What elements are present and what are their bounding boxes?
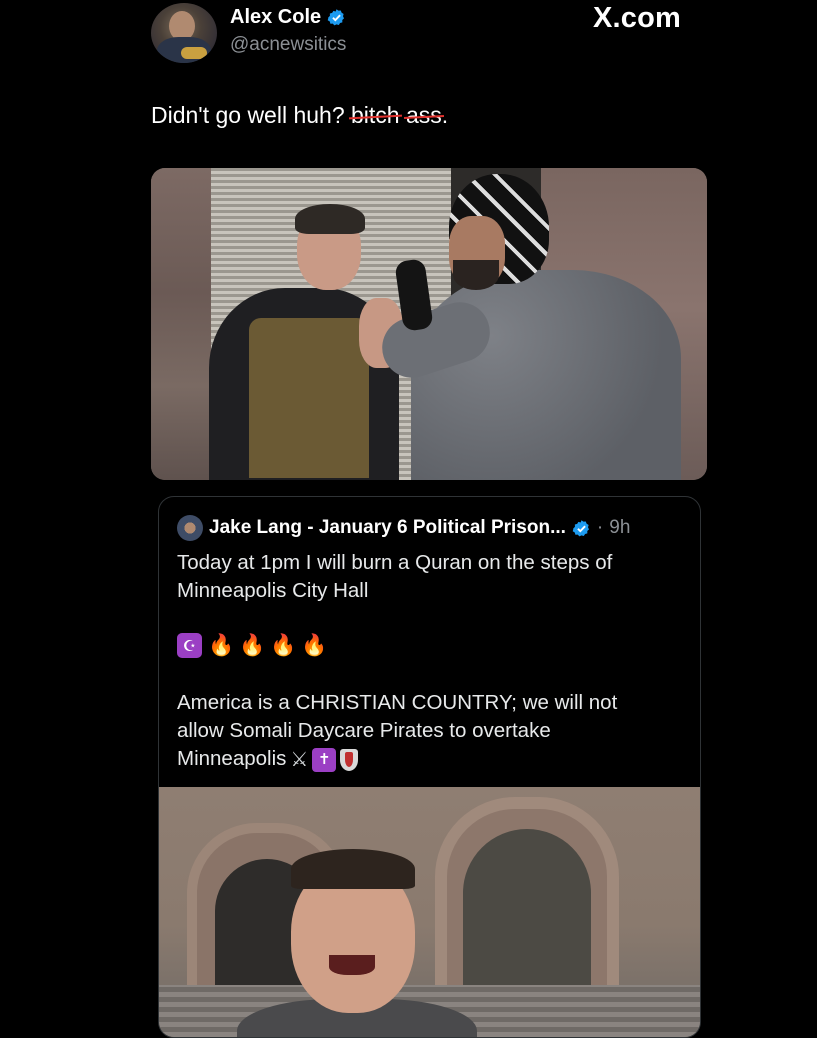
fire-icon: 🔥	[208, 634, 235, 657]
author-name[interactable]: Alex Cole	[230, 6, 321, 29]
quoted-tweet-card[interactable]: Jake Lang - January 6 Political Prison..…	[158, 496, 701, 1038]
person-left-hair	[295, 204, 365, 234]
site-brand: X.com	[593, 2, 682, 34]
person-left-vest	[249, 318, 369, 478]
verified-badge-icon	[572, 519, 589, 536]
photo-arch-right	[435, 797, 619, 1011]
quoted-tweet-time[interactable]: 9h	[609, 517, 630, 539]
crescent-star-icon: ☪	[177, 633, 202, 658]
quoted-tweet-header: Jake Lang - January 6 Political Prison..…	[177, 515, 630, 541]
person-hair	[291, 849, 415, 889]
cross-icon: ✝	[312, 747, 337, 772]
photo-person-selfie	[237, 849, 477, 1037]
quoted-author-name[interactable]: Jake Lang - January 6 Political Prison..…	[209, 517, 566, 539]
author-handle[interactable]: @acnewsitics	[230, 34, 346, 56]
quoted-tweet-emoji-row: ☪ 🔥 🔥 🔥 🔥	[177, 633, 328, 658]
author-name-row[interactable]: Alex Cole	[230, 6, 346, 29]
tweet-text-prefix: Didn't go well huh?	[151, 102, 352, 128]
avatar-guitar	[181, 47, 207, 59]
photo-person-right	[374, 174, 691, 480]
quoted-tweet-photo[interactable]	[159, 787, 700, 1037]
quoted-tweet-line-text: Minneapolis	[177, 747, 287, 770]
quoted-tweet-line-last: Minneapolis ⚔ ✝	[177, 745, 677, 774]
quoted-tweet-line: allow Somali Daycare Pirates to overtake	[177, 719, 551, 742]
tweet-struck-word-1: bitch	[351, 102, 400, 128]
quoted-author-avatar[interactable]	[177, 515, 203, 541]
verified-badge-icon	[327, 9, 345, 26]
person-right-beard	[453, 260, 499, 290]
person-mouth	[329, 955, 375, 975]
crossed-swords-icon: ⚔	[290, 748, 309, 771]
quoted-tweet-paragraph-1: Today at 1pm I will burn a Quran on the …	[177, 549, 677, 605]
tweet-struck-word-2: ass	[406, 102, 442, 128]
author-avatar[interactable]	[151, 3, 217, 63]
photo-person-left	[209, 204, 403, 480]
tweet-photo[interactable]	[151, 168, 707, 480]
tweet-text: Didn't go well huh? bitch ass.	[151, 102, 448, 129]
quoted-tweet-separator: ·	[596, 517, 604, 538]
quoted-tweet-line: Today at 1pm I will burn a Quran on the …	[177, 551, 613, 574]
quoted-tweet-line: America is a CHRISTIAN COUNTRY; we will …	[177, 691, 618, 714]
shield-icon	[340, 748, 359, 771]
quoted-tweet-paragraph-2: America is a CHRISTIAN COUNTRY; we will …	[177, 689, 677, 774]
quoted-tweet-line: Minneapolis City Hall	[177, 579, 369, 602]
person-right-hoodie	[411, 270, 681, 480]
fire-icon: 🔥	[239, 634, 266, 657]
fire-icon: 🔥	[270, 634, 297, 657]
photo-stone-wall-left	[151, 168, 211, 480]
photo-arch-right-opening	[463, 829, 591, 999]
fire-icon: 🔥	[301, 634, 328, 657]
